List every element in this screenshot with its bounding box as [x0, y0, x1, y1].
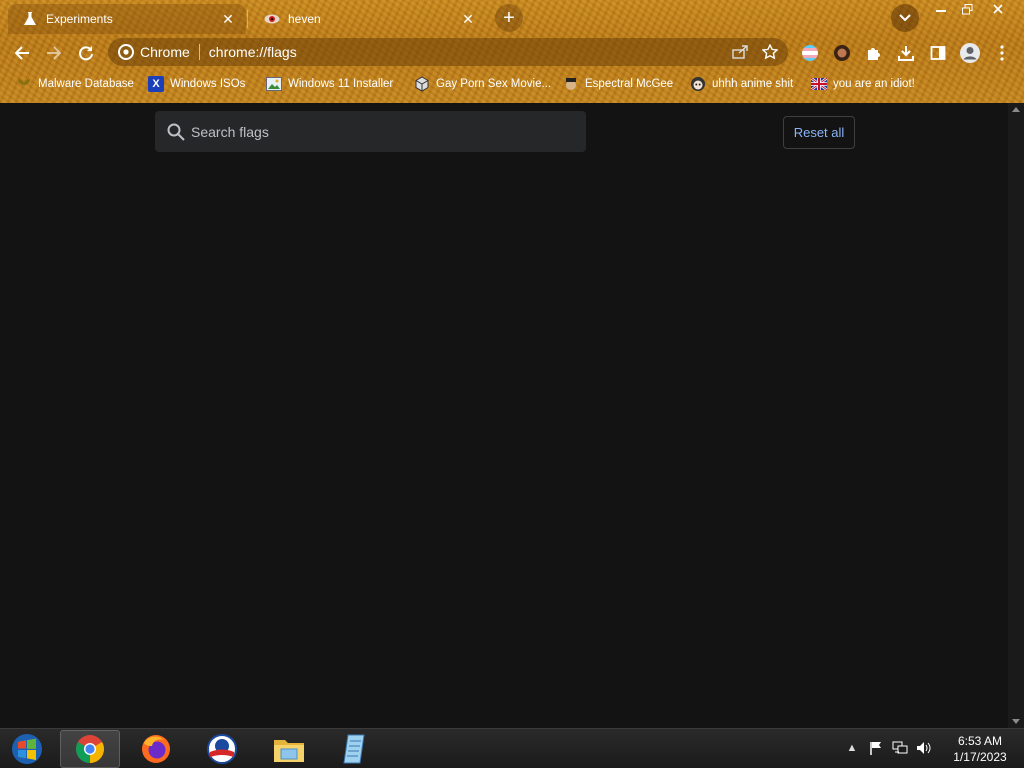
show-hidden-icons-icon[interactable]: ▲ — [843, 739, 861, 757]
back-arrow-icon — [14, 46, 29, 60]
reload-button[interactable] — [74, 41, 98, 65]
bookmark-item[interactable]: Gay Porn Sex Movie... — [414, 74, 551, 94]
bookmark-item[interactable]: Windows 11 Installer — [266, 74, 393, 94]
search-flags-input[interactable] — [191, 123, 571, 140]
clock-time: 6:53 AM — [957, 734, 1003, 748]
forward-button[interactable] — [42, 41, 66, 65]
address-bar[interactable]: Chrome chrome://flags — [108, 38, 788, 66]
extension-avatar-icon[interactable] — [830, 41, 854, 65]
action-center-flag-icon[interactable] — [867, 739, 885, 757]
anime-icon — [690, 76, 706, 92]
back-button[interactable] — [10, 41, 34, 65]
windows-start-icon — [12, 734, 42, 764]
scroll-down-arrow-icon[interactable] — [1012, 719, 1020, 724]
page-scrollbar[interactable] — [1008, 103, 1024, 728]
tab-search-button[interactable] — [891, 4, 919, 32]
search-box[interactable] — [155, 111, 586, 152]
forward-arrow-icon — [47, 46, 62, 60]
reload-icon — [79, 46, 93, 61]
start-button[interactable] — [0, 730, 54, 768]
bookmark-label: Espectral McGee — [585, 78, 674, 90]
eye-icon — [264, 11, 280, 27]
tab-heven[interactable]: heven ✕ — [250, 4, 486, 34]
taskbar: ▲ 6:53 AM 1/17/2023 — [0, 728, 1024, 768]
plus-icon: + — [503, 6, 515, 29]
bookmark-star-icon[interactable] — [758, 40, 782, 64]
restore-button[interactable] — [953, 0, 981, 18]
cube-icon — [414, 76, 430, 92]
restore-icon — [961, 3, 972, 14]
volume-icon[interactable] — [915, 739, 933, 757]
bookmark-label: Windows 11 Installer — [288, 78, 394, 90]
chevron-down-icon — [899, 14, 911, 22]
bookmark-label: Windows ISOs — [170, 78, 246, 90]
x-logo-icon: X — [148, 76, 164, 92]
network-icon[interactable] — [891, 739, 909, 757]
profile-avatar-icon[interactable] — [958, 41, 982, 65]
system-clock[interactable]: 6:53 AM 1/17/2023 — [946, 733, 1014, 765]
tab-title: heven — [288, 12, 321, 26]
bookmark-label: you are an idiot! — [833, 78, 915, 90]
taskbar-notepad[interactable] — [325, 730, 385, 768]
image-icon — [266, 76, 282, 92]
site-chip[interactable]: Chrome — [108, 44, 190, 60]
omnibox-divider — [198, 44, 200, 60]
minimize-icon — [936, 10, 946, 12]
reset-all-button[interactable]: Reset all — [783, 116, 855, 149]
tab-experiments[interactable]: Experiments ✕ — [8, 4, 246, 34]
file-explorer-icon — [274, 740, 304, 762]
side-panel-icon[interactable] — [926, 41, 950, 65]
close-tab-icon[interactable]: ✕ — [220, 11, 236, 27]
extensions-puzzle-icon[interactable] — [862, 41, 886, 65]
flask-icon — [22, 11, 38, 27]
notepad-icon — [343, 734, 365, 764]
close-tab-icon[interactable]: ✕ — [460, 11, 476, 27]
bookmark-label: uhhh anime shit — [712, 78, 794, 90]
flag-icon — [811, 76, 827, 92]
bookmark-label: Malware Database — [38, 78, 134, 90]
bookmark-item[interactable]: X Windows ISOs — [148, 74, 245, 94]
new-tab-button[interactable]: + — [495, 4, 523, 32]
bookmark-item[interactable]: Espectral McGee — [563, 74, 673, 94]
clock-date: 1/17/2023 — [953, 750, 1007, 764]
tab-divider — [247, 10, 248, 28]
menu-kebab-icon[interactable] — [990, 41, 1014, 65]
avatar-icon — [563, 76, 579, 92]
search-icon — [166, 122, 186, 142]
extension-flag-icon[interactable] — [798, 41, 822, 65]
bookmarks-bar: Malware Database X Windows ISOs Windows … — [0, 74, 1024, 94]
bookmark-item[interactable]: uhhh anime shit — [690, 74, 793, 94]
chrome-icon — [76, 735, 104, 763]
bookmark-item[interactable]: you are an idiot! — [811, 74, 915, 94]
minimize-button[interactable] — [927, 0, 955, 18]
taskbar-obama-app[interactable] — [192, 730, 252, 768]
url-text[interactable]: chrome://flags — [209, 44, 728, 60]
taskbar-chrome[interactable] — [60, 730, 120, 768]
browser-chrome: Experiments ✕ heven ✕ + Chrome chrome://… — [0, 0, 1024, 103]
close-icon — [993, 4, 1003, 14]
bookmark-label: Gay Porn Sex Movie... — [436, 78, 552, 90]
close-window-button[interactable] — [985, 0, 1011, 18]
obama-logo-icon — [207, 734, 237, 764]
site-chip-label: Chrome — [140, 44, 190, 60]
firefox-icon — [142, 735, 170, 763]
taskbar-file-explorer[interactable] — [259, 730, 319, 768]
scroll-up-arrow-icon[interactable] — [1012, 107, 1020, 112]
plant-icon — [16, 76, 32, 92]
download-icon[interactable] — [894, 41, 918, 65]
taskbar-firefox[interactable] — [126, 730, 186, 768]
bookmark-item[interactable]: Malware Database — [16, 74, 134, 94]
share-icon[interactable] — [728, 40, 752, 64]
tab-title: Experiments — [46, 12, 113, 26]
flags-page: Reset all — [0, 103, 1008, 728]
chrome-logo-icon — [118, 44, 134, 60]
